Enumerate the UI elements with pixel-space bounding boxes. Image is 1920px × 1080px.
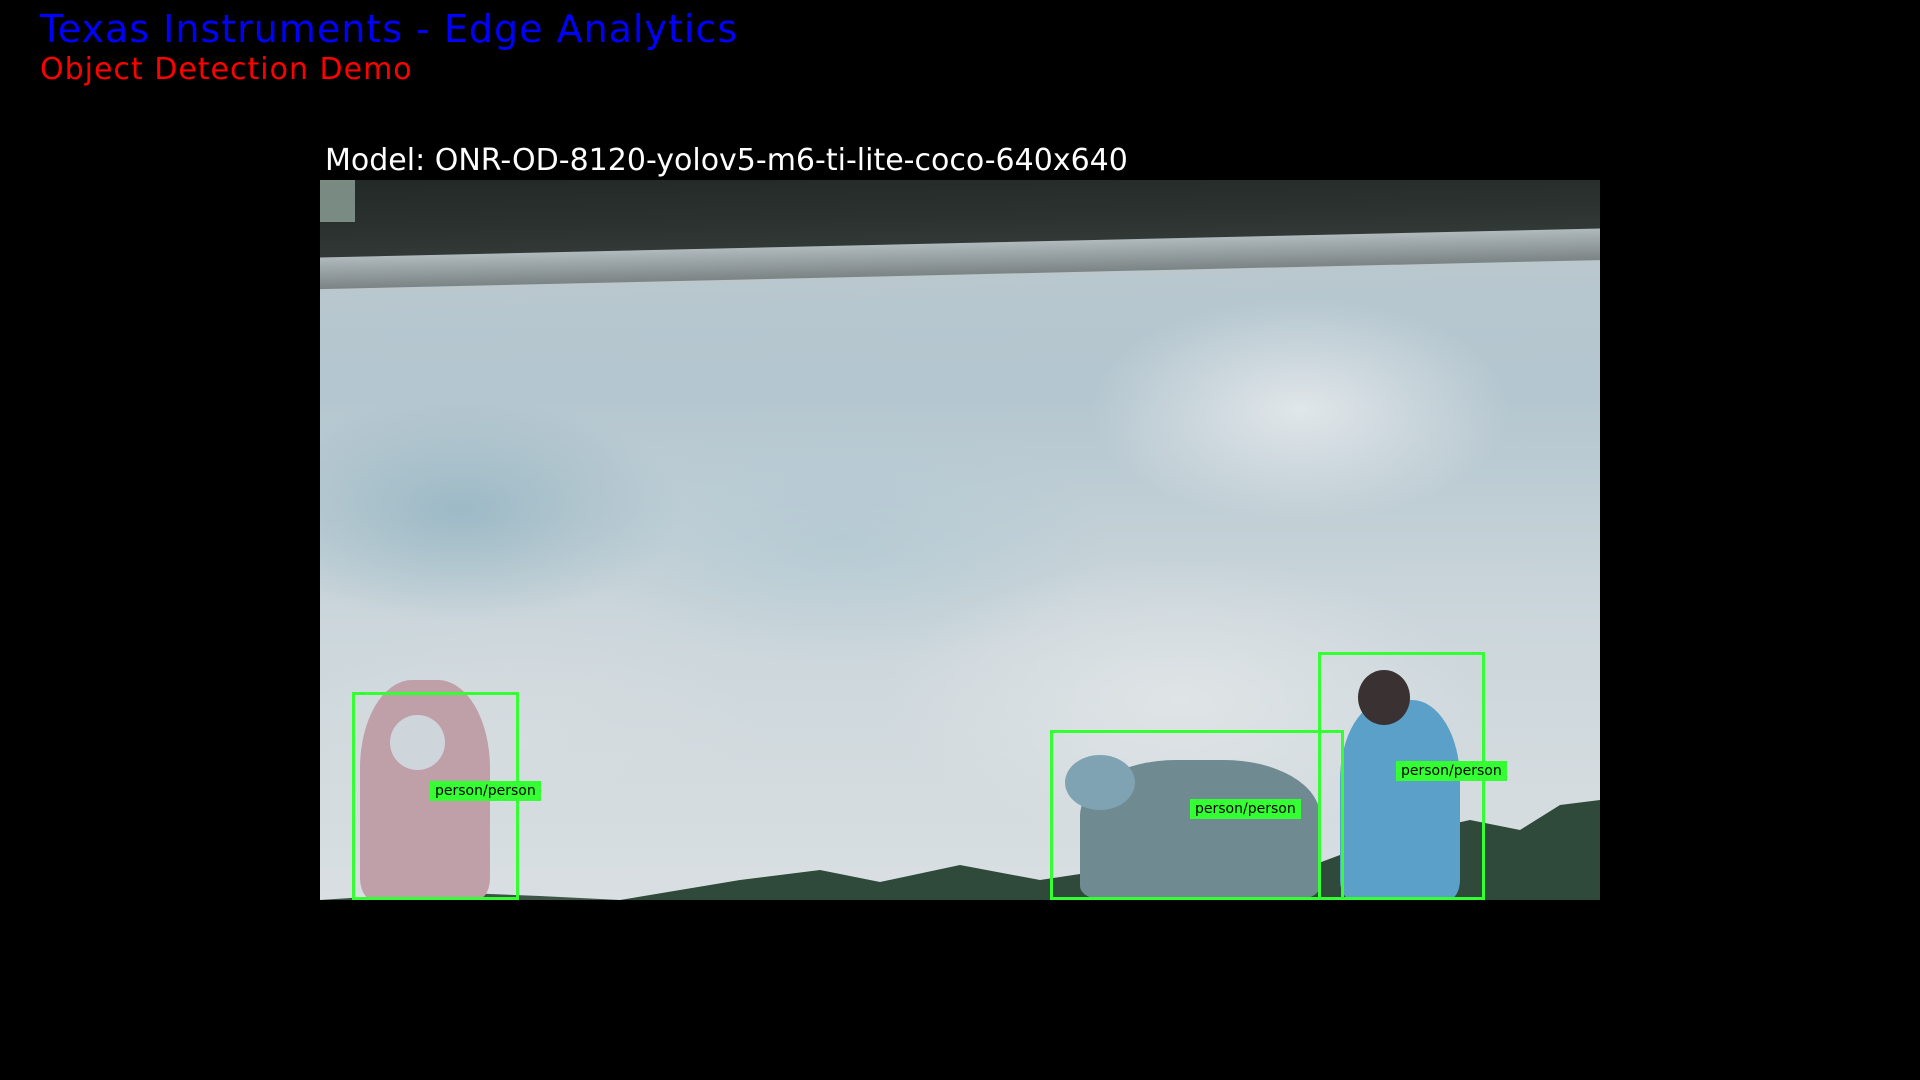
detection-label-2: person/person <box>1190 799 1301 819</box>
detection-label-1: person/person <box>430 781 541 801</box>
model-label: Model: ONR-OD-8120-yolov5-m6-ti-lite-coc… <box>325 143 1128 178</box>
app-title: Texas Instruments - Edge Analytics <box>40 7 739 51</box>
app-subtitle: Object Detection Demo <box>40 52 413 87</box>
detection-label-3: person/person <box>1396 761 1507 781</box>
